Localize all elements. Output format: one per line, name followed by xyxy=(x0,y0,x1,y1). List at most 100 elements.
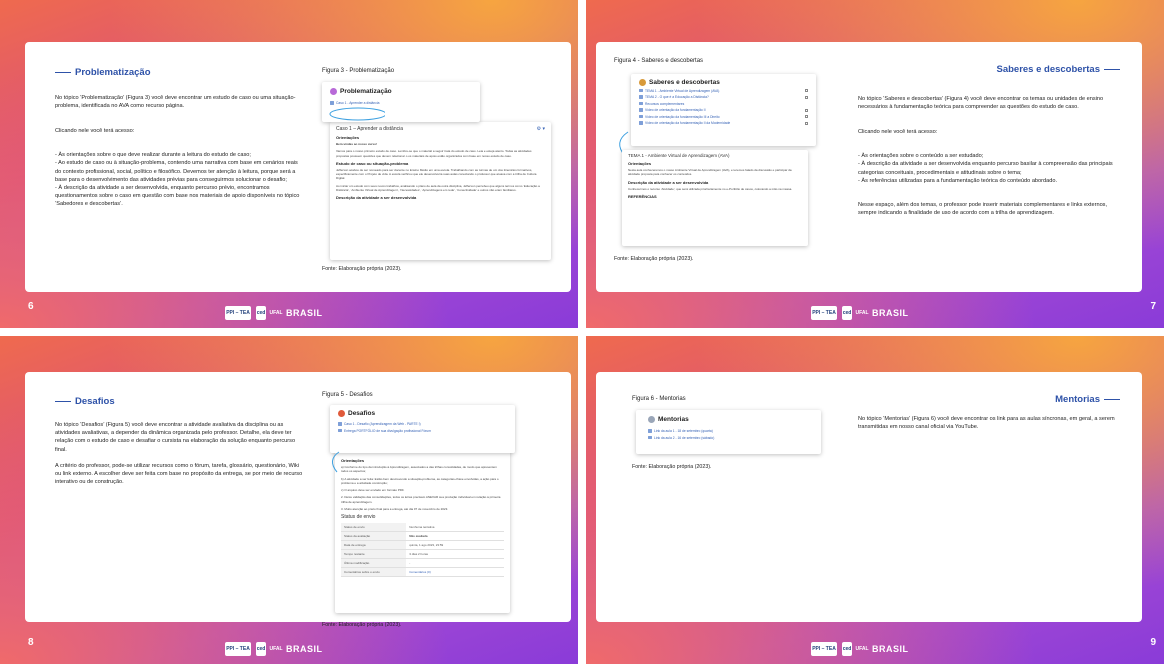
slide-8: Desafios No tópico ‘Desafios’ (Figura 5)… xyxy=(0,336,578,664)
slide-card: Problematização No tópico ‘Problematizaç… xyxy=(25,42,571,292)
screenshot-desafios: Desafios Caso 1 - Desafio (Aprendizagem … xyxy=(330,405,515,453)
paragraph: No tópico ‘Saberes e descobertas’ (Figur… xyxy=(858,96,1104,111)
paragraph: No tópico ‘Desafios’ (Figura 5) você dev… xyxy=(55,422,296,453)
orientations-heading: Orientações xyxy=(341,458,365,463)
list-item[interactable]: Vídeo de orientação da fundamentação II xyxy=(639,108,808,112)
slide-title: Problematização xyxy=(55,67,305,78)
brasil-logo: BRASIL xyxy=(872,644,909,654)
figure-caption: Figura 3 - Problematização xyxy=(322,68,395,74)
status-heading: Status de envio xyxy=(341,514,376,521)
description-heading: Descrição da atividade a ser desenvolvid… xyxy=(336,195,417,201)
ced-logo: ced xyxy=(842,306,852,320)
list-item[interactable]: Link da aula 1 - 18 de setembro (quarta) xyxy=(648,429,809,433)
figure-caption: Figura 5 - Desafios xyxy=(322,392,373,398)
instruction-line: a) Conforme do tipo da introdução à Apre… xyxy=(341,465,497,474)
ppi-tea-logo: PPI – TEA xyxy=(811,306,837,320)
list-item[interactable]: Recursos complementares xyxy=(639,102,808,106)
tema-title: TEMA 1 - Ambiente Virtual de Aprendizage… xyxy=(628,153,730,158)
instruction-line: c) O arquivo deve ser enviado em formato… xyxy=(341,488,405,493)
ced-logo: ced xyxy=(842,642,852,656)
list-item[interactable]: TEMA 2 - O que é a Educação a Distância? xyxy=(639,95,808,99)
screenshot-caso: Caso 1 – Aprender a distância ⚙ ▾ Orienta… xyxy=(330,122,551,260)
ufal-logo: UFAL xyxy=(855,646,869,652)
list-item[interactable]: Vídeo de orientação da fundamentação II … xyxy=(639,121,808,125)
page-number: 8 xyxy=(28,637,34,648)
paragraph: A critério do professor, pode-se utiliza… xyxy=(55,462,303,486)
orientation-text: Nesta aula conheceremos o nosso Ambiente… xyxy=(628,168,792,177)
slide-card: Desafios No tópico ‘Desafios’ (Figura 5)… xyxy=(25,372,571,628)
ufal-logo: UFAL xyxy=(269,310,283,316)
instruction-line: 2. Deixe validação das consolidações, to… xyxy=(341,495,501,504)
table-row: Status da avaliação Não avaliada xyxy=(341,532,504,542)
slide-6: Problematização No tópico ‘Problematizaç… xyxy=(0,0,578,328)
case-text: Jefferson acabou de ser nomeado para ser… xyxy=(336,167,537,181)
slide-7: Figura 4 - Saberes e descobertas Saberes… xyxy=(586,0,1164,328)
paragraph: Clicando nele você terá acesso: xyxy=(858,128,938,135)
figure-caption: Figura 6 - Mentorias xyxy=(632,396,686,402)
page-number: 7 xyxy=(1150,301,1156,312)
list-item[interactable]: Entrega PORTFÓLIO de sua divulgação prof… xyxy=(338,429,507,433)
brasil-logo: BRASIL xyxy=(872,308,909,318)
slide-card: Figura 4 - Saberes e descobertas Saberes… xyxy=(596,42,1142,292)
figure-source: Fonte: Elaboração própria (2023). xyxy=(322,266,402,272)
description-text: Conhecermos o recurso ‘Atividade’, que s… xyxy=(628,186,793,191)
description-heading: Descrição da atividade a ser desenvolvid… xyxy=(628,179,709,185)
case-text: Ao iniciar um estudo com seus novos trab… xyxy=(336,183,540,193)
screenshot-orientacoes: Orientações a) Conforme do tipo da intro… xyxy=(335,451,510,613)
footer-logos: PPI – TEA ced UFAL BRASIL xyxy=(811,642,909,656)
footer-logos: PPI – TEA ced UFAL BRASIL xyxy=(225,642,323,656)
brasil-logo: BRASIL xyxy=(286,308,323,318)
slide-title: Desafios xyxy=(55,396,305,407)
screenshot-saberes: Saberes e descobertas TEMA 1 - Ambiente … xyxy=(631,74,816,146)
paragraph: No tópico ‘Problematização’ (Figura 3) v… xyxy=(55,95,296,110)
instruction-line: 3. Muito atenção ao prazo final para a e… xyxy=(341,507,449,512)
orientation-text: Vamos para o nosso primeiro estudo de ca… xyxy=(336,149,532,158)
figure-source: Fonte: Elaboração própria (2023). xyxy=(322,622,402,628)
references-heading: REFERÊNCIAS xyxy=(628,193,657,199)
orientations-heading: Orientações xyxy=(336,135,360,140)
case-heading: Estudo de caso ou situação-problema xyxy=(336,160,409,166)
topic-icon xyxy=(648,416,655,423)
orientations-heading: Orientações xyxy=(628,161,652,166)
menu-icon[interactable]: ⚙ ▾ xyxy=(537,126,545,132)
list-item[interactable]: Link da aula 2 - 16 de setembro (sábado) xyxy=(648,436,809,440)
table-row: Comentários sobre o envio Comentários (0) xyxy=(341,568,504,578)
paragraph: No tópico ‘Mentorias’ (Figura 6) você de… xyxy=(858,416,1115,431)
paragraph: - Às orientações sobre o conteúdo a ser … xyxy=(858,153,1113,184)
list-item[interactable]: Caso 1 - Desafio (Aprendizagem da Web - … xyxy=(338,422,507,426)
page-number: 9 xyxy=(1150,637,1156,648)
brasil-logo: BRASIL xyxy=(286,644,323,654)
paragraph: - Às orientações sobre o que deve realiz… xyxy=(55,152,300,208)
slide-title: Saberes e descobertas xyxy=(858,64,1120,75)
slide-title: Mentorias xyxy=(858,394,1120,405)
paragraph: Nesse espaço, além dos temas, o professo… xyxy=(858,202,1108,217)
ced-logo: ced xyxy=(256,642,266,656)
table-row: Última modificação - xyxy=(341,559,504,569)
table-row: Data de entrega quinta, 1 ago 2023, 23:59 xyxy=(341,541,504,551)
figure-source: Fonte: Elaboração própria (2023). xyxy=(614,256,694,262)
ufal-logo: UFAL xyxy=(855,310,869,316)
figure-source: Fonte: Elaboração própria (2023). xyxy=(632,464,712,470)
ufal-logo: UFAL xyxy=(269,646,283,652)
status-table: Status de envio Nenhuma tentativa Status … xyxy=(341,523,504,578)
footer-logos: PPI – TEA ced UFAL BRASIL xyxy=(225,306,323,320)
topic-icon xyxy=(338,410,345,417)
ced-logo: ced xyxy=(256,306,266,320)
ppi-tea-logo: PPI – TEA xyxy=(225,306,251,320)
page-number: 6 xyxy=(28,301,34,312)
paragraph: Clicando nele você terá acesso: xyxy=(55,127,135,134)
list-item[interactable]: Vídeo de orientação da fundamentação III… xyxy=(639,115,808,119)
slides-grid: Problematização No tópico ‘Problematizaç… xyxy=(0,0,1164,664)
table-row: Status de envio Nenhuma tentativa xyxy=(341,523,504,533)
slide-card: Figura 6 - Mentorias Mentorias Link da a… xyxy=(596,372,1142,622)
instruction-line: b) A atividade a ser feita: Estão bem de… xyxy=(341,476,499,485)
figure-caption: Figura 4 - Saberes e descobertas xyxy=(614,58,704,64)
table-row: Tempo restante 3 dias 2 horas xyxy=(341,550,504,560)
topic-icon xyxy=(639,79,646,86)
screenshot-tema: TEMA 1 - Ambiente Virtual de Aprendizage… xyxy=(622,150,808,246)
arrow-curve xyxy=(332,451,340,473)
topic-icon xyxy=(330,88,337,95)
list-item[interactable]: TEMA 1 - Ambiente Virtual de Aprendizage… xyxy=(639,89,808,93)
welcome-text: Bem-vindas ao nosso curso! xyxy=(336,142,378,146)
ppi-tea-logo: PPI – TEA xyxy=(811,642,837,656)
